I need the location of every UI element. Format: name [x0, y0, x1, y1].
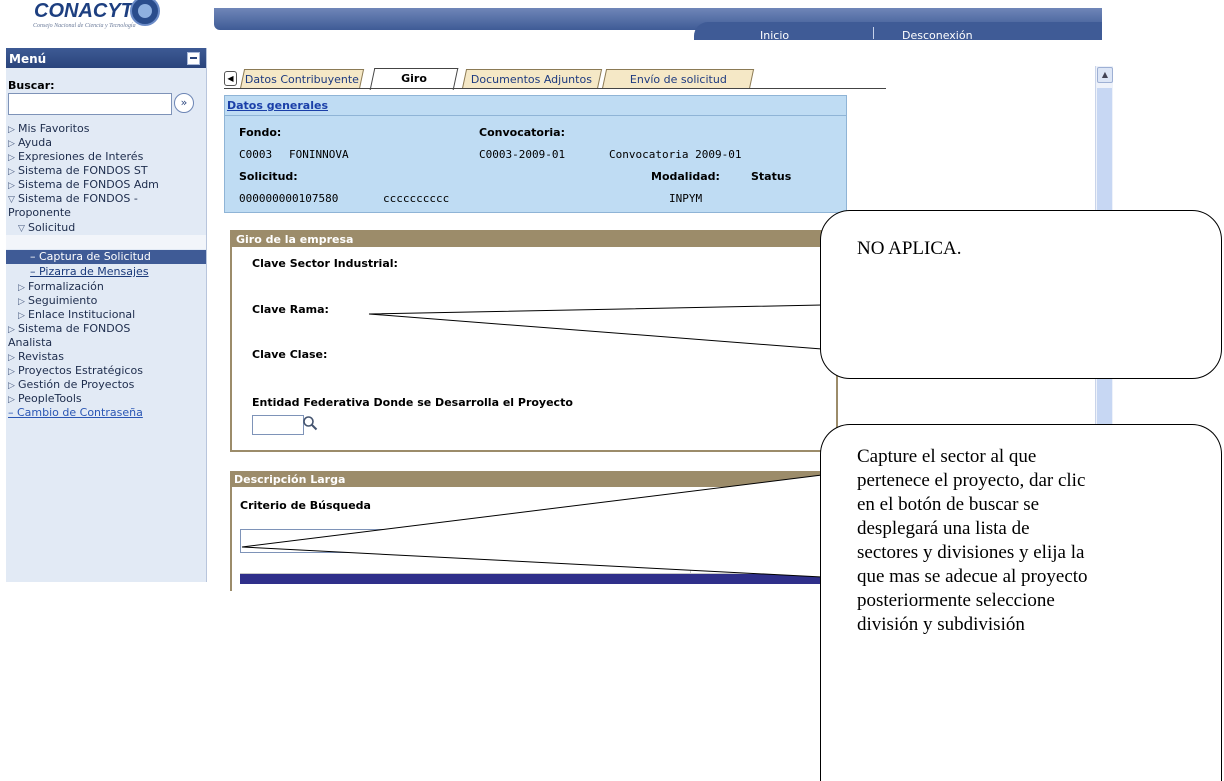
giro-panel-header: Giro de la empresa: [232, 232, 836, 247]
tab-documentos-adjuntos[interactable]: Documentos Adjuntos: [461, 69, 603, 89]
tab-scroll-left-icon[interactable]: ◀: [224, 71, 237, 86]
sidebar-item-fondos-adm[interactable]: ▷ Sistema de FONDOS Adm: [8, 178, 159, 191]
expand-triangle-icon: ▷: [8, 125, 15, 135]
popup-window-bar: [240, 573, 836, 584]
sidebar-item-proyectos-estrategicos[interactable]: ▷ Proyectos Estratégicos: [8, 364, 143, 377]
clave-clase-label: Clave Clase:: [252, 348, 328, 361]
modalidad-value: INPYM: [669, 192, 703, 205]
fondo-code: C0003: [239, 148, 273, 161]
criterio-busqueda-label: Criterio de Búsqueda: [240, 499, 371, 512]
tab-datos-contribuyente[interactable]: Datos Contribuyente: [239, 69, 365, 89]
sidebar-item-solicitud[interactable]: ▽ Solicitud: [18, 221, 75, 234]
divider: [225, 115, 846, 116]
descripcion-panel-title: Descripción Larga: [234, 473, 346, 486]
entidad-federativa-input[interactable]: [252, 415, 304, 435]
scroll-up-icon[interactable]: ▲: [1097, 67, 1113, 83]
sidebar-item-revistas[interactable]: ▷ Revistas: [8, 350, 64, 363]
conacyt-logo: CONACYT Consejo Nacional de Ciencia y Te…: [26, 0, 196, 32]
callout-no-aplica: NO APLICA.: [820, 210, 1222, 379]
expand-triangle-icon: ▷: [8, 139, 15, 149]
datos-generales-title[interactable]: Datos generales: [227, 99, 328, 112]
sidebar-item-cambio-contrasena[interactable]: – Cambio de Contraseña: [8, 406, 143, 419]
solicitud-text: cccccccccc: [383, 192, 450, 205]
fondo-name: FONINNOVA: [289, 148, 349, 161]
sidebar-menu: Menú Buscar: » ▷ Mis Favoritos ▷ Ayuda ▷ Ex…: [6, 48, 207, 582]
callout-instructions: Capture el sector al que pertenece el pr…: [820, 424, 1222, 781]
expand-triangle-icon: ▷: [8, 153, 15, 163]
logo-subtitle: Consejo Nacional de Ciencia y Tecnología: [33, 23, 136, 29]
sidebar-item-analista-cont[interactable]: Analista: [8, 336, 52, 349]
sidebar-item-enlace-institucional[interactable]: ▷ Enlace Institucional: [18, 308, 135, 321]
search-go-icon[interactable]: »: [174, 93, 194, 113]
expand-triangle-icon: ▷: [8, 353, 15, 363]
expand-triangle-icon: ▷: [8, 367, 15, 377]
tab-baseline: [224, 88, 886, 89]
descripcion-panel-header: Descripción Larga: [232, 473, 836, 487]
expand-triangle-icon: ▷: [18, 283, 25, 293]
sidebar-item-ayuda[interactable]: ▷ Ayuda: [8, 136, 52, 149]
sidebar-item-gestion-proyectos[interactable]: ▷ Gestión de Proyectos: [8, 378, 134, 391]
lookup-search-icon[interactable]: [302, 415, 318, 431]
sidebar-item-pizarra-mensajes[interactable]: – Pizarra de Mensajes: [30, 265, 149, 278]
nav-separator: [873, 27, 874, 39]
sidebar-item-fondos-st[interactable]: ▷ Sistema de FONDOS ST: [8, 164, 148, 177]
inicio-link[interactable]: Inicio: [760, 29, 789, 42]
fondo-label: Fondo:: [239, 126, 282, 139]
convocatoria-label: Convocatoria:: [479, 126, 565, 139]
menu-title: Menú: [9, 52, 47, 66]
search-label: Buscar:: [8, 79, 55, 92]
tab-giro[interactable]: Giro: [369, 68, 459, 90]
desconexion-link[interactable]: Desconexión: [902, 29, 973, 42]
expand-triangle-icon: ▷: [8, 181, 15, 191]
expand-triangle-icon: ▷: [8, 395, 15, 405]
sidebar-item-fondos-proponente[interactable]: ▽ Sistema de FONDOS -: [8, 192, 138, 205]
expand-triangle-icon: ▷: [8, 167, 15, 177]
tab-bar: ◀ Datos Contribuyente Giro Documentos Ad…: [224, 68, 886, 90]
banner-links-area: [694, 22, 1102, 40]
convocatoria-name: Convocatoria 2009-01: [609, 148, 742, 161]
top-banner: Inicio Desconexión: [214, 0, 1102, 42]
expand-triangle-icon: ▷: [8, 325, 15, 335]
selected-group-background: [6, 235, 206, 249]
entidad-federativa-label: Entidad Federativa Donde se Desarrolla e…: [252, 396, 573, 409]
tab-envio-solicitud[interactable]: Envío de solicitud: [601, 69, 755, 89]
callout-1-text: NO APLICA.: [857, 238, 962, 259]
solicitud-label: Solicitud:: [239, 170, 298, 183]
sidebar-item-captura-solicitud[interactable]: – Captura de Solicitud: [30, 250, 151, 263]
datos-generales-panel: Datos generales Fondo: Convocatoria: C00…: [224, 95, 847, 213]
expand-triangle-icon: ▷: [8, 381, 15, 391]
sidebar-item-expresiones[interactable]: ▷ Expresiones de Interés: [8, 150, 143, 163]
expand-triangle-icon: ▷: [18, 297, 25, 307]
clave-sector-label: Clave Sector Industrial:: [252, 257, 398, 270]
sidebar-item-seguimiento[interactable]: ▷ Seguimiento: [18, 294, 97, 307]
search-input[interactable]: [8, 93, 172, 115]
convocatoria-code: C0003-2009-01: [479, 148, 566, 161]
sidebar-item-mis-favoritos[interactable]: ▷ Mis Favoritos: [8, 122, 89, 135]
giro-panel-title: Giro de la empresa: [236, 233, 354, 246]
clave-rama-label: Clave Rama:: [252, 303, 329, 316]
sidebar-item-proponente-cont[interactable]: Proponente: [8, 206, 71, 219]
giro-empresa-panel: Giro de la empresa Clave Sector Industri…: [230, 230, 838, 452]
sidebar-item-fondos-analista[interactable]: ▷ Sistema de FONDOS: [8, 322, 130, 335]
modalidad-label: Modalidad:: [651, 170, 720, 183]
callout-2-text: Capture el sector al que pertenece el pr…: [857, 446, 1088, 635]
menu-header: Menú: [6, 48, 206, 68]
sidebar-item-formalizacion[interactable]: ▷ Formalización: [18, 280, 104, 293]
collapse-triangle-icon: ▽: [8, 195, 15, 205]
solicitud-number: 000000000107580: [239, 192, 339, 205]
criterio-busqueda-input[interactable]: [240, 529, 838, 553]
status-label: Status: [751, 170, 792, 183]
collapse-icon[interactable]: [187, 52, 200, 65]
sidebar-item-peopletools[interactable]: ▷ PeopleTools: [8, 392, 82, 405]
descripcion-larga-panel: Descripción Larga Criterio de Búsqueda: [230, 471, 838, 591]
expand-triangle-icon: ▷: [18, 311, 25, 321]
collapse-triangle-icon: ▽: [18, 224, 25, 234]
logo-wordmark: CONACYT: [34, 0, 133, 22]
